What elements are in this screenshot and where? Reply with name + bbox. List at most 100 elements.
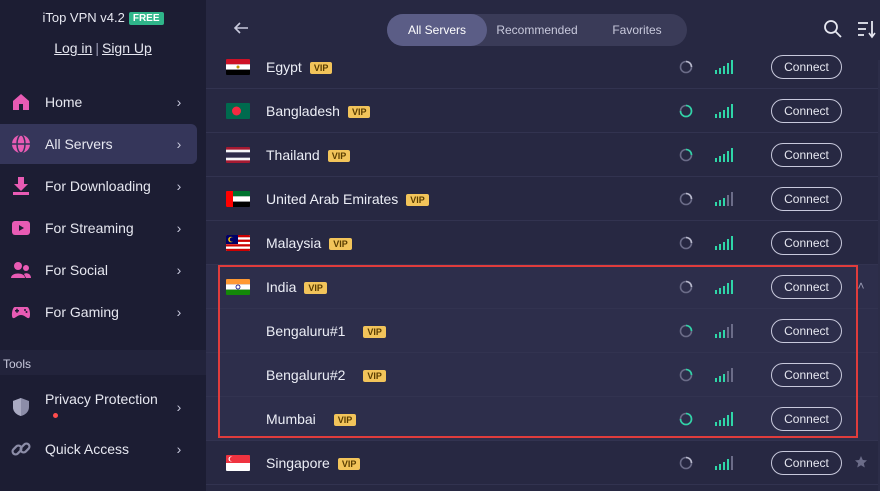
connect-button[interactable]: Connect — [771, 407, 842, 431]
connect-button[interactable]: Connect — [771, 275, 842, 299]
tab-all-servers[interactable]: All Servers — [387, 14, 487, 46]
chevron-right-icon: › — [176, 94, 182, 110]
signal-strength-icon — [715, 324, 737, 338]
server-name: Bengaluru#2 VIP — [266, 367, 386, 383]
sidebar-item-for-streaming[interactable]: For Streaming › — [0, 208, 197, 248]
loading-spinner-icon — [679, 148, 693, 162]
india-flag-icon — [226, 279, 250, 295]
auth-links: Log in | Sign Up — [0, 40, 206, 56]
server-row-singapore[interactable]: Singapore VIP Connect — [206, 441, 880, 485]
notification-dot — [53, 413, 58, 418]
server-row-bengaluru-2[interactable]: Bengaluru#2 VIP Connect — [206, 353, 880, 397]
shield-icon — [9, 395, 33, 419]
sidebar-item-label: For Streaming — [45, 220, 134, 236]
globe-icon — [9, 132, 33, 156]
signal-strength-icon — [715, 192, 737, 206]
chevron-right-icon: › — [176, 136, 182, 152]
login-link[interactable]: Log in — [54, 40, 92, 56]
signup-link[interactable]: Sign Up — [102, 40, 152, 56]
egypt-flag-icon — [226, 59, 250, 75]
sidebar-item-label: Quick Access — [45, 441, 130, 457]
server-row-bengaluru-1[interactable]: Bengaluru#1 VIP Connect — [206, 309, 880, 353]
connect-button[interactable]: Connect — [771, 451, 842, 475]
vip-badge: VIP — [337, 458, 361, 470]
sidebar-item-for-gaming[interactable]: For Gaming › — [0, 292, 197, 332]
server-name-text: United Arab Emirates — [266, 191, 399, 207]
connect-button[interactable]: Connect — [771, 143, 842, 167]
malaysia-flag-icon — [226, 235, 250, 251]
server-name-text: Thailand — [266, 147, 320, 163]
connect-button[interactable]: Connect — [771, 363, 842, 387]
signal-strength-icon — [715, 280, 737, 294]
server-name: India VIP — [266, 279, 327, 295]
server-name: Malaysia VIP — [266, 235, 352, 251]
connect-button[interactable]: Connect — [771, 231, 842, 255]
back-arrow-icon[interactable] — [230, 17, 252, 39]
connect-button[interactable]: Connect — [771, 187, 842, 211]
server-name-text: Singapore — [266, 455, 330, 471]
server-name-text: Egypt — [266, 59, 302, 75]
chevron-right-icon: › — [176, 399, 182, 415]
server-name-text: Bengaluru#2 — [266, 367, 346, 383]
server-row-united-arab-emirates[interactable]: United Arab Emirates VIP Connect — [206, 177, 880, 221]
chevron-up-icon[interactable]: ˄ — [854, 279, 868, 293]
bangladesh-flag-icon — [226, 103, 250, 119]
server-name: Thailand VIP — [266, 147, 351, 163]
signal-strength-icon — [715, 60, 737, 74]
sidebar-item-label: Privacy Protection — [45, 391, 169, 423]
server-name-text: Bengaluru#1 — [266, 323, 346, 339]
sidebar-item-quick-access[interactable]: Quick Access › — [0, 429, 197, 469]
signal-strength-icon — [715, 104, 737, 118]
server-row-thailand[interactable]: Thailand VIP Connect — [206, 133, 880, 177]
server-row-bangladesh[interactable]: Bangladesh VIP Connect — [206, 89, 880, 133]
loading-spinner-icon — [679, 236, 693, 250]
sort-icon[interactable] — [857, 19, 877, 39]
loading-spinner-icon — [679, 60, 693, 74]
vip-badge: VIP — [304, 282, 327, 294]
server-tabs: All Servers Recommended Favorites — [387, 14, 687, 46]
server-name-text: Malaysia — [266, 235, 322, 251]
chevron-right-icon: › — [176, 262, 182, 278]
sidebar-item-privacy-protection[interactable]: Privacy Protection › — [0, 387, 197, 427]
connect-button[interactable]: Connect — [771, 319, 842, 343]
loading-spinner-icon — [679, 104, 693, 118]
link-icon — [9, 437, 33, 461]
tab-recommended[interactable]: Recommended — [487, 14, 587, 46]
vip-badge: VIP — [347, 106, 371, 118]
connect-button[interactable]: Connect — [771, 99, 842, 123]
sidebar-item-for-downloading[interactable]: For Downloading › — [0, 166, 197, 206]
server-name: Mumbai VIP — [266, 411, 357, 427]
server-row-egypt[interactable]: Egypt VIP Connect — [206, 45, 880, 89]
people-icon — [9, 258, 33, 282]
server-list-panel: All Servers Recommended Favorites Egypt V… — [206, 0, 880, 491]
star-icon[interactable] — [854, 455, 868, 469]
server-row-india[interactable]: India VIP Connect ˄ — [206, 265, 880, 309]
server-name: Bengaluru#1 VIP — [266, 323, 386, 339]
app-brand: iTop VPN v4.2 FREE — [0, 10, 206, 25]
tab-favorites[interactable]: Favorites — [587, 14, 687, 46]
search-icon[interactable] — [823, 19, 843, 39]
vip-badge: VIP — [309, 62, 333, 74]
server-row-malaysia[interactable]: Malaysia VIP Connect — [206, 221, 880, 265]
loading-spinner-icon — [679, 324, 693, 338]
uae-flag-icon — [226, 191, 250, 207]
download-icon — [9, 174, 33, 198]
sidebar-item-all-servers[interactable]: All Servers › — [0, 124, 197, 164]
server-name: Bangladesh VIP — [266, 103, 371, 119]
connect-button[interactable]: Connect — [771, 55, 842, 79]
server-name: Singapore VIP — [266, 455, 361, 471]
sidebar-item-for-social[interactable]: For Social › — [0, 250, 197, 290]
singapore-flag-icon — [226, 455, 250, 471]
server-name: Egypt VIP — [266, 59, 333, 75]
sidebar-item-label: For Gaming — [45, 304, 119, 320]
sidebar-item-home[interactable]: Home › — [0, 82, 197, 122]
vip-badge: VIP — [363, 326, 386, 338]
tools-label: Tools — [3, 357, 32, 371]
server-row-mumbai[interactable]: Mumbai VIP Connect — [206, 397, 880, 441]
server-name-text: Bangladesh — [266, 103, 340, 119]
play-icon — [9, 216, 33, 240]
thailand-flag-icon — [226, 147, 250, 163]
vip-badge: VIP — [329, 238, 352, 250]
signal-strength-icon — [715, 456, 737, 470]
loading-spinner-icon — [679, 280, 693, 294]
